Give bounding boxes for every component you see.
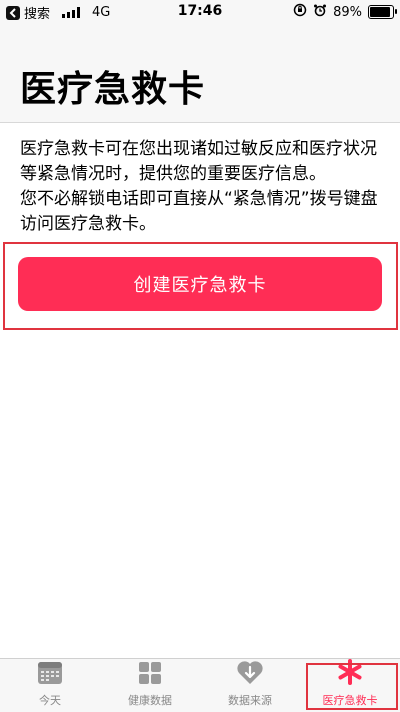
- description: 医疗急救卡可在您出现诸如过敏反应和医疗状况等紧急情况时，提供您的重要医疗信息。 …: [20, 137, 388, 237]
- medical-asterisk-icon: [336, 659, 364, 688]
- tab-bar: 今天 健康数据 数据来源 医疗急救卡: [0, 658, 400, 712]
- create-medical-id-button[interactable]: 创建医疗急救卡: [18, 257, 382, 311]
- orientation-lock-icon: [293, 3, 307, 21]
- description-paragraph-2: 您不必解锁电话即可直接从“紧急情况”拨号键盘访问医疗急救卡。: [20, 189, 378, 234]
- tab-sources-label: 数据来源: [228, 694, 272, 707]
- battery-icon: [368, 5, 397, 19]
- battery-percent: 89%: [333, 4, 362, 20]
- main-content: 医疗急救卡可在您出现诸如过敏反应和医疗状况等紧急情况时，提供您的重要医疗信息。 …: [0, 123, 400, 658]
- tab-sources[interactable]: 数据来源: [200, 659, 300, 712]
- status-right: 89%: [293, 3, 397, 21]
- tab-today-label: 今天: [39, 694, 61, 707]
- alarm-icon: [313, 3, 327, 21]
- heart-download-icon: [236, 659, 264, 688]
- tab-medical-id[interactable]: 医疗急救卡: [300, 659, 400, 712]
- tab-health-data[interactable]: 健康数据: [100, 659, 200, 712]
- calendar-icon: [37, 661, 63, 688]
- tab-health-data-label: 健康数据: [128, 694, 172, 707]
- status-bar: 搜索 4G 17:46 89%: [0, 0, 400, 22]
- battery-fill: [370, 7, 390, 17]
- description-paragraph-1: 医疗急救卡可在您出现诸如过敏反应和医疗状况等紧急情况时，提供您的重要医疗信息。: [20, 139, 377, 184]
- tab-medical-id-label: 医疗急救卡: [322, 694, 378, 707]
- header: 医疗急救卡: [0, 22, 400, 123]
- grid-icon: [138, 661, 162, 688]
- page-title: 医疗急救卡: [20, 69, 206, 110]
- tab-today[interactable]: 今天: [0, 659, 100, 712]
